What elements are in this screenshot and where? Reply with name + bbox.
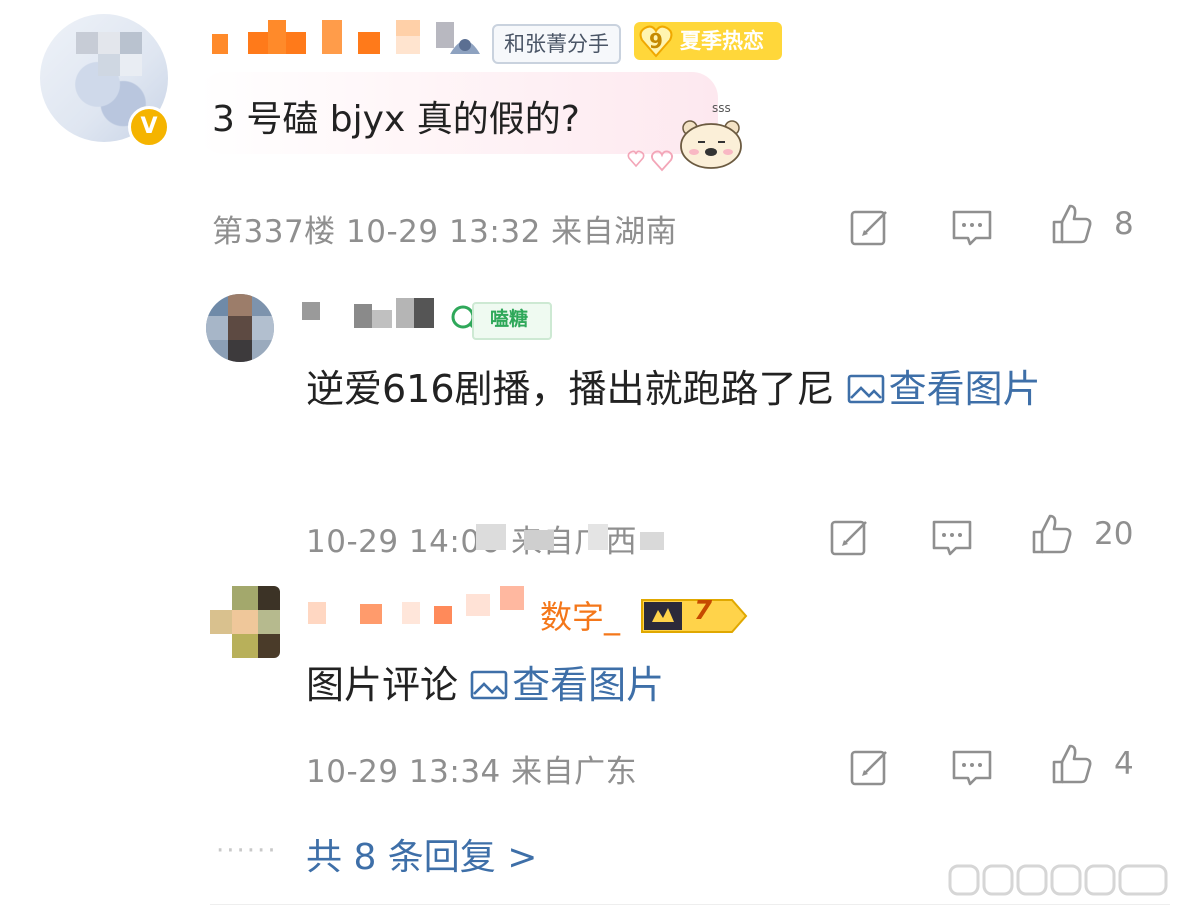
reply-meta: 10-29 13:34 来自广东 [306, 754, 638, 790]
view-image-label: 查看图片 [512, 663, 665, 707]
reply-text: 逆爱616剧播，播出就跑路了尼 查看图片 [306, 356, 1136, 422]
verified-badge: V [128, 106, 170, 148]
svg-text:sss: sss [712, 101, 731, 115]
reply-username[interactable] [306, 596, 456, 632]
reply-body: 逆爱616剧播，播出就跑路了尼 [306, 367, 835, 411]
like-icon[interactable] [1050, 742, 1094, 786]
edit-icon[interactable] [848, 746, 892, 790]
edit-icon[interactable] [828, 516, 872, 560]
comment-text: 3 号磕 bjyx 真的假的? [212, 99, 580, 140]
more-replies-link[interactable]: 共 8 条回复 > [306, 828, 537, 880]
reply-avatar[interactable] [206, 294, 274, 362]
crest-icon [450, 39, 480, 54]
username-suffix: 数字_ [540, 598, 621, 636]
like-icon[interactable] [1050, 202, 1094, 246]
comment-meta: 第337楼 10-29 13:32 来自湖南 [212, 214, 678, 250]
level-number: 9 [649, 29, 663, 53]
comment-icon[interactable] [930, 516, 974, 560]
watermark-logo-icon [948, 864, 1168, 896]
bear-sticker-icon: sss [680, 101, 742, 169]
username-blur [466, 586, 536, 616]
like-icon[interactable] [1030, 512, 1074, 556]
level-title: 夏季热恋 [680, 29, 764, 53]
reply-username[interactable] [300, 296, 450, 332]
meta-mosaic [476, 520, 666, 550]
username[interactable] [210, 18, 454, 58]
fan-tag[interactable]: 和张菁分手 [492, 24, 621, 64]
avatar-mosaic [206, 294, 274, 362]
comment-icon[interactable] [950, 206, 994, 250]
thread-dots: ······ [216, 836, 278, 866]
reply-text: 图片评论 查看图片 [306, 652, 664, 718]
view-image-link[interactable]: 查看图片 [847, 367, 1041, 411]
reply-body: 图片评论 [306, 663, 459, 707]
level-number: 7 [694, 596, 713, 626]
view-image-link[interactable]: 查看图片 [470, 663, 664, 707]
divider [210, 904, 1170, 905]
comment-icon[interactable] [950, 746, 994, 790]
view-image-label: 查看图片 [888, 367, 1041, 411]
image-icon [847, 374, 884, 404]
like-count: 8 [1114, 206, 1134, 242]
edit-icon[interactable] [848, 206, 892, 250]
avatar-mosaic [210, 586, 280, 658]
fan-tag-label: 嗑糖 [490, 308, 529, 330]
level-7-badge [641, 599, 748, 633]
reply-avatar[interactable] [210, 586, 280, 658]
hearts-icon [627, 150, 674, 172]
like-count: 4 [1114, 746, 1134, 782]
like-count: 20 [1094, 516, 1134, 552]
image-icon [470, 670, 508, 700]
